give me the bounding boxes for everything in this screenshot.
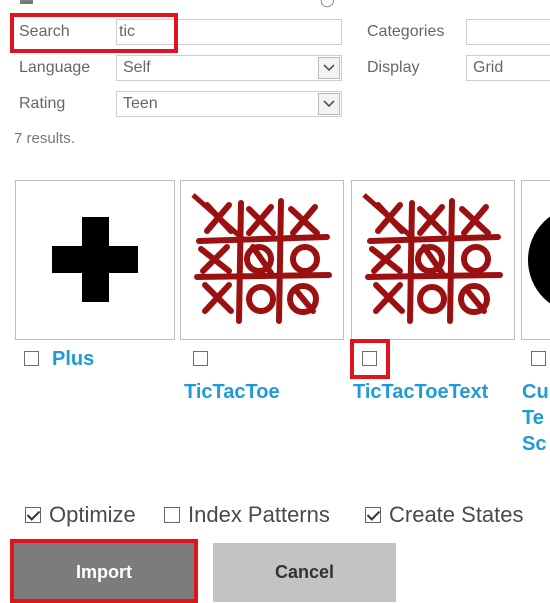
- symbol-name-4-line1: Cu: [522, 381, 549, 403]
- symbol-name-4-line2: Te: [522, 407, 544, 429]
- rating-select[interactable]: Teen: [116, 91, 342, 117]
- language-value: Self: [123, 59, 151, 76]
- index-patterns-checkbox[interactable]: [164, 507, 180, 523]
- clipped-top-row: ▬ ◯: [0, 0, 550, 10]
- categories-select[interactable]: [466, 19, 550, 45]
- symbol-checkbox-4[interactable]: [531, 351, 546, 366]
- categories-label: Categories: [367, 23, 445, 40]
- black-circle-icon: [528, 216, 550, 304]
- display-label: Display: [367, 59, 420, 76]
- tictactoe-icon: [362, 193, 503, 324]
- chevron-down-icon[interactable]: [318, 57, 340, 79]
- symbol-checkbox-plus[interactable]: [24, 351, 39, 366]
- tictactoe-icon: [191, 193, 332, 324]
- symbol-card-4[interactable]: [521, 180, 550, 340]
- optimize-checkbox[interactable]: [25, 507, 41, 523]
- create-states-label: Create States: [389, 502, 524, 527]
- cancel-button[interactable]: Cancel: [213, 543, 396, 602]
- display-value: Grid: [473, 59, 504, 76]
- symbol-card-tictactoetext[interactable]: [351, 180, 515, 340]
- option-create-states[interactable]: Create States: [365, 502, 524, 528]
- symbol-card-tictactoe[interactable]: [180, 180, 344, 340]
- symbol-name-tictactoe: TicTacToe: [184, 381, 280, 403]
- language-label: Language: [19, 59, 91, 76]
- highlight-import: [10, 539, 198, 603]
- symbol-name-4-line3: Sc: [522, 433, 547, 455]
- highlight-search: [10, 13, 178, 53]
- create-states-checkbox[interactable]: [365, 507, 381, 523]
- chevron-down-icon[interactable]: [318, 93, 340, 115]
- symbol-card-plus[interactable]: [15, 180, 175, 340]
- optimize-label: Optimize: [49, 502, 136, 527]
- symbol-name-plus: Plus: [52, 348, 95, 370]
- plus-icon: [52, 217, 138, 302]
- symbol-checkbox-tictactoe[interactable]: [193, 351, 208, 366]
- display-select[interactable]: Grid: [466, 55, 550, 81]
- results-count: 7 results.: [14, 130, 75, 147]
- index-patterns-label: Index Patterns: [188, 502, 330, 527]
- rating-label: Rating: [19, 95, 66, 112]
- rating-value: Teen: [123, 95, 158, 112]
- symbol-name-tictactoetext: TicTacToeText: [353, 381, 489, 403]
- highlight-checkbox: [350, 339, 390, 379]
- option-index-patterns[interactable]: Index Patterns: [164, 502, 330, 528]
- language-select[interactable]: Self: [116, 55, 342, 81]
- option-optimize[interactable]: Optimize: [25, 502, 136, 528]
